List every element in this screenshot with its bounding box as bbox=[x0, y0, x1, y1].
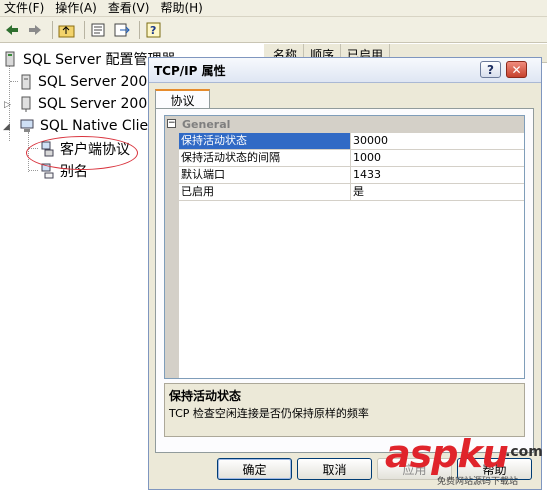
svg-text:?: ? bbox=[150, 24, 156, 37]
help-button[interactable]: ? bbox=[480, 61, 501, 78]
property-row[interactable]: 保持活动状态的间隔 1000 bbox=[179, 150, 524, 167]
property-row[interactable]: 默认端口 1433 bbox=[179, 167, 524, 184]
highlight-oval bbox=[26, 136, 138, 170]
forward-arrow-icon[interactable] bbox=[25, 20, 45, 40]
tree-guide-line bbox=[29, 170, 38, 171]
category-row[interactable]: − General bbox=[165, 116, 524, 133]
menu-bar: 文件(F) 操作(A) 查看(V) 帮助(H) bbox=[0, 0, 547, 17]
export-icon[interactable] bbox=[112, 20, 132, 40]
toolbar-separator bbox=[52, 20, 53, 39]
menu-action[interactable]: 操作(A) bbox=[51, 0, 104, 16]
property-name[interactable]: 保持活动状态 bbox=[179, 133, 351, 149]
property-grid: − General 保持活动状态 30000 保持活动状态的间隔 1000 默认… bbox=[164, 115, 525, 379]
property-value[interactable]: 是 bbox=[353, 184, 364, 200]
back-arrow-icon[interactable] bbox=[2, 20, 22, 40]
aspku-watermark: aspku .com 免费网站源码下载站 bbox=[385, 434, 545, 490]
properties-icon[interactable] bbox=[89, 20, 109, 40]
help-icon[interactable]: ? bbox=[144, 20, 164, 40]
property-value[interactable]: 1433 bbox=[353, 167, 381, 183]
ok-button[interactable]: 确定 bbox=[217, 458, 292, 480]
watermark-logo: aspku bbox=[385, 432, 509, 476]
description-title: 保持活动状态 bbox=[169, 389, 242, 403]
property-name[interactable]: 保持活动状态的间隔 bbox=[179, 150, 351, 166]
client-icon bbox=[20, 119, 34, 132]
tree-item-native-client[interactable]: SQL Native Client bbox=[19, 115, 162, 137]
property-value[interactable]: 30000 bbox=[353, 133, 388, 149]
close-icon: ✕ bbox=[511, 62, 522, 77]
tree-guide-line bbox=[10, 81, 18, 82]
up-folder-icon[interactable] bbox=[57, 20, 77, 40]
toolbar: ? bbox=[0, 17, 547, 43]
watermark-suffix: .com bbox=[505, 444, 543, 460]
service-icon bbox=[21, 74, 31, 90]
question-icon: ? bbox=[487, 62, 494, 77]
collapse-arrow-icon[interactable]: ◢ bbox=[3, 122, 10, 132]
category-label: General bbox=[182, 118, 231, 131]
toolbar-separator bbox=[139, 20, 140, 39]
toolbar-separator bbox=[84, 20, 85, 39]
tree-item-sql-services[interactable]: SQL Server 2005 bbox=[19, 71, 156, 93]
property-row[interactable]: 已启用 是 bbox=[179, 184, 524, 201]
server-config-icon bbox=[5, 51, 15, 67]
menu-view[interactable]: 查看(V) bbox=[104, 0, 157, 16]
dialog-title: TCP/IP 属性 bbox=[154, 64, 226, 78]
watermark-subtitle: 免费网站源码下载站 bbox=[437, 477, 519, 487]
menu-help[interactable]: 帮助(H) bbox=[156, 0, 209, 16]
description-text: TCP 检查空闲连接是否仍保持原样的频率 bbox=[169, 407, 369, 420]
close-button[interactable]: ✕ bbox=[506, 61, 527, 78]
property-value[interactable]: 1000 bbox=[353, 150, 381, 166]
property-row[interactable]: 保持活动状态 30000 bbox=[179, 133, 524, 150]
tab-protocol[interactable]: 协议 bbox=[155, 89, 210, 109]
tcpip-properties-dialog: TCP/IP 属性 ? ✕ 协议 − General 保持活动状态 30000 … bbox=[148, 57, 542, 490]
tree-item-network-config[interactable]: SQL Server 2005 bbox=[19, 93, 156, 115]
menu-file[interactable]: 文件(F) bbox=[0, 0, 51, 16]
expand-arrow-icon[interactable]: ▷ bbox=[4, 100, 11, 110]
cancel-button[interactable]: 取消 bbox=[297, 458, 372, 480]
property-name[interactable]: 已启用 bbox=[179, 184, 351, 200]
property-name[interactable]: 默认端口 bbox=[179, 167, 351, 183]
collapse-category-icon[interactable]: − bbox=[167, 119, 176, 128]
network-icon bbox=[21, 96, 31, 112]
grid-margin bbox=[165, 116, 179, 378]
description-panel: 保持活动状态 TCP 检查空闲连接是否仍保持原样的频率 bbox=[164, 383, 525, 437]
dialog-titlebar[interactable]: TCP/IP 属性 ? ✕ bbox=[149, 58, 541, 83]
tab-panel: − General 保持活动状态 30000 保持活动状态的间隔 1000 默认… bbox=[155, 108, 534, 453]
